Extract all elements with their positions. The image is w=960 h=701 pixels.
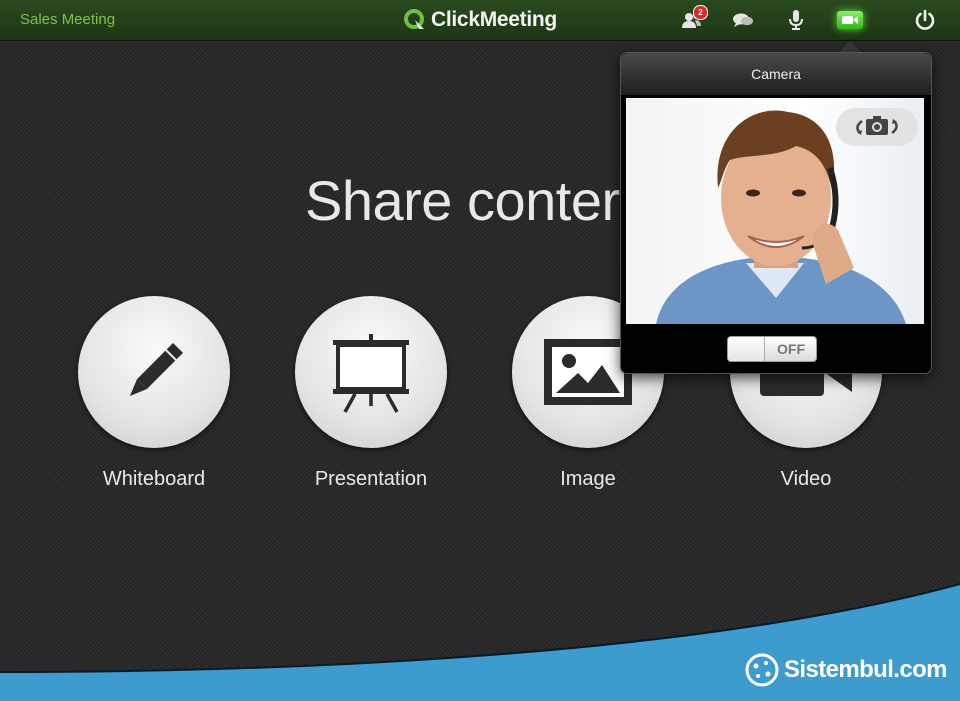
presentation-button[interactable] xyxy=(295,296,447,448)
camera-popover: Camera OFF xyxy=(620,52,932,374)
camera-toggle[interactable]: OFF xyxy=(727,336,817,362)
camera-popover-title: Camera xyxy=(621,53,931,95)
whiteboard-tile[interactable]: Whiteboard xyxy=(78,296,230,490)
logo-text: ClickMeeting xyxy=(431,8,557,31)
easel-icon xyxy=(333,334,409,413)
popover-arrow xyxy=(839,41,861,52)
watermark-text: Sistembul.com xyxy=(784,656,948,683)
camera-icon xyxy=(842,16,858,24)
meeting-name: Sales Meeting xyxy=(20,11,116,28)
video-label: Video xyxy=(780,468,832,490)
power-icon xyxy=(915,9,935,30)
share-content-headline: Share conter xyxy=(305,169,620,232)
logo-mark-icon xyxy=(404,9,424,29)
whiteboard-button[interactable] xyxy=(78,296,230,448)
presentation-label: Presentation xyxy=(314,468,428,490)
pencil-icon xyxy=(129,343,183,397)
top-bar: Sales Meeting ClickMeeting 2 xyxy=(0,0,960,41)
camera-preview xyxy=(626,98,924,324)
image-label: Image xyxy=(560,468,616,490)
chat-icon xyxy=(733,13,753,27)
attendees-button[interactable]: 2 xyxy=(676,5,708,34)
watermark: Sistembul.com xyxy=(744,652,948,688)
switch-camera-icon xyxy=(856,116,898,135)
presentation-tile[interactable]: Presentation xyxy=(295,296,447,490)
camera-button[interactable] xyxy=(834,6,866,34)
power-button[interactable] xyxy=(909,6,941,34)
switch-camera-button[interactable] xyxy=(836,108,918,146)
whiteboard-label: Whiteboard xyxy=(102,468,206,490)
watermark-logo-icon xyxy=(745,653,779,687)
camera-toggle-label: OFF xyxy=(777,341,805,357)
camera-toggle-knob[interactable] xyxy=(728,337,765,361)
clickmeeting-logo: ClickMeeting xyxy=(403,5,557,35)
microphone-icon xyxy=(789,10,803,30)
chat-button[interactable] xyxy=(727,6,759,34)
attendees-count-badge: 2 xyxy=(693,5,708,20)
microphone-button[interactable] xyxy=(780,6,812,34)
camera-active-indicator xyxy=(837,11,863,29)
